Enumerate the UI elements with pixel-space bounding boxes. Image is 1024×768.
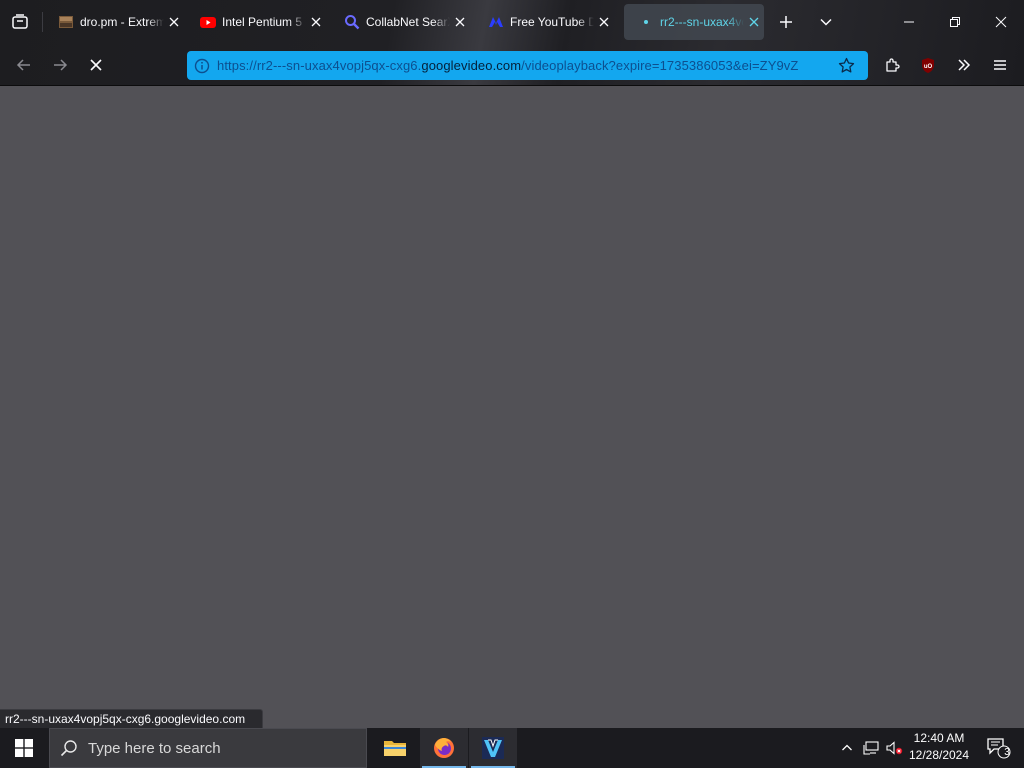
new-tab-button[interactable] xyxy=(774,10,798,34)
search-input[interactable] xyxy=(88,739,348,757)
minimize-button[interactable] xyxy=(886,0,932,44)
network-tray-button[interactable] xyxy=(860,728,882,768)
firefox-icon xyxy=(434,738,454,758)
search-icon xyxy=(60,740,77,757)
close-tab-icon[interactable] xyxy=(452,14,468,30)
tab-googlevideo-active[interactable]: rr2---sn-uxax4vopj xyxy=(624,4,764,40)
url-path: /videoplayback?expire=1735386053&ei=ZY9v… xyxy=(521,58,799,73)
taskbar-search-box[interactable] xyxy=(49,728,367,768)
ublock-shield-icon: uO xyxy=(922,57,934,73)
tab-bar: dro.pm - Extreme Intel Pentium 5 (fa Col… xyxy=(0,0,1024,44)
url-domain: googlevideo.com xyxy=(421,58,522,73)
close-tab-icon[interactable] xyxy=(308,14,324,30)
double-chevron-right-icon xyxy=(958,59,971,71)
tab-dro-pm[interactable]: dro.pm - Extreme xyxy=(44,4,182,40)
tab-title: Free YouTube Do xyxy=(510,15,594,29)
network-monitor-icon xyxy=(863,741,879,755)
page-content[interactable] xyxy=(0,86,1024,728)
taskbar-firefox[interactable] xyxy=(420,728,468,768)
show-hidden-icons-button[interactable] xyxy=(836,728,858,768)
address-bar[interactable]: https://rr2---sn-uxax4vopj5qx-cxg6.googl… xyxy=(187,51,868,80)
hamburger-menu-icon xyxy=(994,60,1006,70)
searxng-favicon-icon xyxy=(344,14,360,30)
notification-count-badge: 3 xyxy=(1004,747,1010,758)
star-icon xyxy=(838,57,854,73)
firefox-window: dro.pm - Extreme Intel Pentium 5 (fa Col… xyxy=(0,0,1024,728)
chevron-up-icon xyxy=(842,744,852,751)
tab-title: dro.pm - Extreme xyxy=(80,15,164,29)
browser-toolbar-area: dro.pm - Extreme Intel Pentium 5 (fa Col… xyxy=(0,0,1024,86)
firefox-view-icon xyxy=(12,14,28,29)
close-tab-icon[interactable] xyxy=(166,14,182,30)
clock-date: 12/28/2024 xyxy=(908,748,970,762)
puzzle-piece-icon xyxy=(885,57,900,72)
restore-icon xyxy=(950,17,960,27)
start-button[interactable] xyxy=(0,728,48,768)
clock-time: 12:40 AM xyxy=(913,731,965,745)
notification-center-button[interactable]: 3 xyxy=(978,728,1018,768)
taskbar-clock[interactable]: 12:40 AM 12/28/2024 xyxy=(906,730,972,766)
bookmark-star-button[interactable] xyxy=(829,51,863,80)
app-menu-button[interactable] xyxy=(986,51,1014,79)
close-window-button[interactable] xyxy=(978,0,1024,44)
stop-loading-button[interactable] xyxy=(82,51,110,79)
back-arrow-icon xyxy=(16,59,30,71)
taskbar-file-explorer[interactable] xyxy=(371,728,419,768)
url-text[interactable]: https://rr2---sn-uxax4vopj5qx-cxg6.googl… xyxy=(217,58,829,73)
tab-intel-pentium[interactable]: Intel Pentium 5 (fa xyxy=(186,4,326,40)
navigation-bar: https://rr2---sn-uxax4vopj5qx-cxg6.googl… xyxy=(0,44,1024,86)
chevron-down-icon xyxy=(820,18,832,26)
downloader-favicon-icon xyxy=(488,14,504,30)
svg-text:uO: uO xyxy=(924,64,933,70)
tab-title: rr2---sn-uxax4vopj xyxy=(660,15,744,29)
forward-arrow-icon xyxy=(54,59,68,71)
site-info-icon[interactable] xyxy=(187,51,217,80)
tab-title: Intel Pentium 5 (fa xyxy=(222,15,306,29)
close-tab-icon[interactable] xyxy=(746,14,762,30)
windows-taskbar: 12:40 AM 12/28/2024 3 xyxy=(0,728,1024,768)
folder-icon xyxy=(384,741,406,756)
tab-separator xyxy=(42,12,43,32)
extensions-button[interactable] xyxy=(878,51,906,79)
minimize-icon xyxy=(904,21,914,23)
firefox-view-button[interactable] xyxy=(8,10,32,34)
status-panel: rr2---sn-uxax4vopj5qx-cxg6.googlevideo.c… xyxy=(0,709,263,728)
tab-free-youtube-downloader[interactable]: Free YouTube Do xyxy=(474,4,614,40)
ublock-origin-button[interactable]: uO xyxy=(914,51,942,79)
forward-button[interactable] xyxy=(46,51,74,79)
dro-pm-favicon-icon xyxy=(58,14,74,30)
url-prefix: https://rr2---sn-uxax4vopj5qx-cxg6. xyxy=(217,58,422,73)
windows-logo-icon xyxy=(15,739,33,757)
speaker-muted-icon xyxy=(886,741,903,755)
back-button[interactable] xyxy=(10,51,38,79)
loading-dot-icon xyxy=(638,14,654,30)
stop-x-icon xyxy=(90,59,102,71)
more-tools-button[interactable] xyxy=(950,51,978,79)
tab-collabnet-searxng[interactable]: CollabNet SearXNG xyxy=(330,4,470,40)
list-all-tabs-button[interactable] xyxy=(814,10,838,34)
plus-icon xyxy=(780,16,792,28)
volume-tray-button[interactable] xyxy=(884,728,906,768)
restore-button[interactable] xyxy=(932,0,978,44)
taskbar-video-downloader[interactable] xyxy=(469,728,517,768)
youtube-favicon-icon xyxy=(200,14,216,30)
tab-title: CollabNet SearXNG xyxy=(366,15,450,29)
close-tab-icon[interactable] xyxy=(596,14,612,30)
video-downloader-app-icon xyxy=(482,737,504,759)
close-icon xyxy=(995,16,1007,28)
